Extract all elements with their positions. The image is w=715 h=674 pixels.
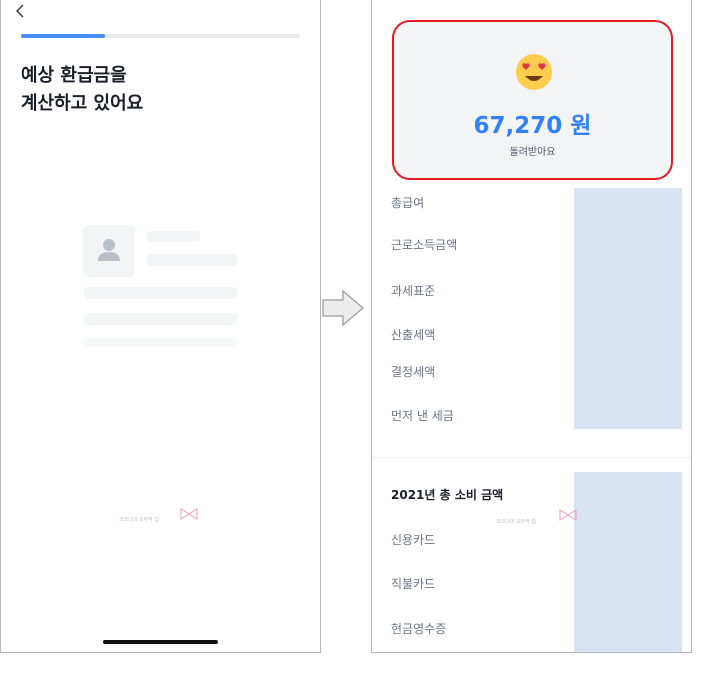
skeleton-line (84, 287, 237, 299)
row-label-total-salary: 총급여 (391, 196, 425, 210)
bow-icon (180, 508, 198, 520)
page-title: 예상 환급금을 계산하고 있어요 (21, 62, 301, 118)
avatar-placeholder (83, 225, 135, 277)
row-label-credit-card: 신용카드 (391, 533, 436, 547)
refund-summary-card: 67,270 원 돌려받아요 (392, 20, 673, 180)
chevron-left-icon[interactable] (13, 3, 29, 19)
row-label-cash-receipt: 현금영수증 (391, 622, 447, 636)
skeleton-line (147, 231, 200, 242)
row-label-tax-base: 과세표준 (391, 284, 436, 298)
row-label-prepaid-tax: 먼저 낸 세금 (391, 409, 454, 423)
refund-caption: 돌려받아요 (509, 147, 556, 158)
row-label-determined-tax: 결정세액 (391, 365, 436, 379)
progress-bar (21, 34, 300, 38)
title-line-2: 계산하고 있어요 (21, 93, 144, 114)
row-label-debit-card: 직불카드 (391, 577, 436, 591)
watermark-text: 코코나의 오두막 집 (496, 519, 536, 525)
row-label-earned-income: 근로소득금액 (391, 238, 458, 252)
consumption-section-title: 2021년 총 소비 금액 (391, 488, 504, 502)
section-divider (372, 457, 691, 458)
title-line-1: 예상 환급금을 (21, 65, 127, 86)
watermark: 코코나의 오두막 집 (496, 518, 536, 525)
row-label-calculated-tax: 산출세액 (391, 328, 436, 342)
redacted-values-block (574, 472, 682, 652)
progress-bar-fill (21, 34, 105, 38)
heart-eyes-emoji-icon (516, 54, 552, 90)
refund-result-screen: 67,270 원 돌려받아요 총급여 근로소득금액 과세표준 산출세액 결정세액… (371, 0, 692, 653)
refund-amount: 67,270 원 (473, 113, 592, 139)
skeleton-line (147, 254, 237, 266)
home-indicator (103, 640, 218, 644)
skeleton-line (84, 337, 237, 347)
arrow-right-icon (322, 289, 364, 327)
bow-icon (559, 509, 577, 521)
watermark-text: 코코나의 오두막 집 (119, 517, 159, 523)
watermark: 코코나의 오두막 집 (119, 516, 159, 523)
loading-screen: 예상 환급금을 계산하고 있어요 코코나의 오두막 집 (0, 0, 321, 653)
redacted-values-block (574, 188, 682, 429)
user-icon (98, 239, 120, 261)
skeleton-line (84, 313, 237, 325)
